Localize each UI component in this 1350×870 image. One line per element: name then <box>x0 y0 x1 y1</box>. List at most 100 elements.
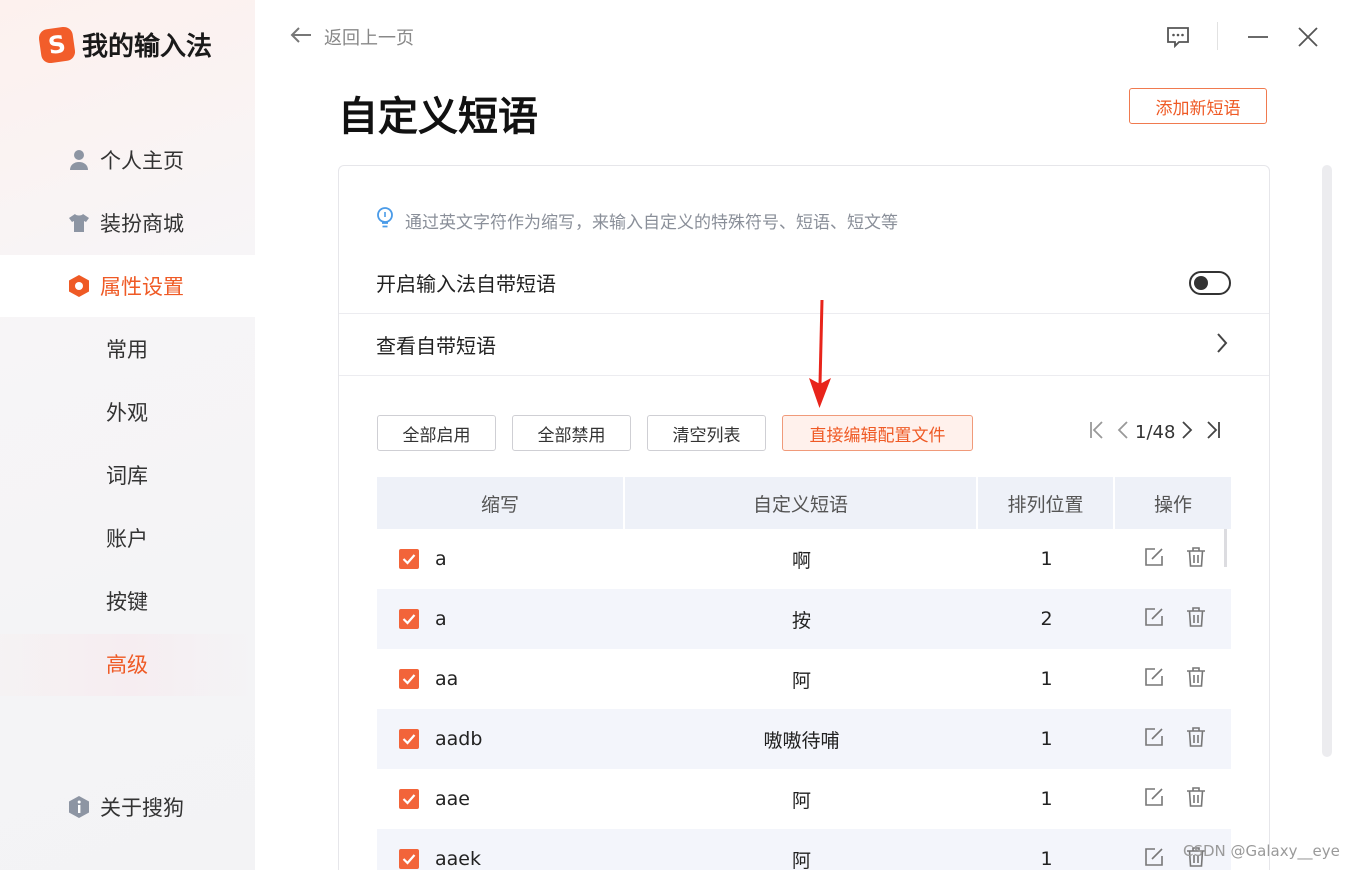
table-header: 缩写 自定义短语 排列位置 操作 <box>377 477 1231 529</box>
table-row: aa 阿 1 <box>377 649 1231 709</box>
disable-all-button[interactable]: 全部禁用 <box>512 415 631 451</box>
info-shield-icon <box>68 796 90 818</box>
sidebar-item-settings[interactable]: 属性设置 <box>0 255 255 317</box>
sidebar-item-label: 属性设置 <box>100 275 184 299</box>
sogou-logo-icon: S <box>37 25 77 64</box>
edit-icon[interactable] <box>1143 666 1165 693</box>
table-scrollbar[interactable] <box>1224 529 1227 567</box>
check-icon <box>402 554 416 565</box>
sidebar-item-label: 装扮商城 <box>100 212 184 236</box>
actions-cell <box>1115 769 1231 829</box>
back-label: 返回上一页 <box>324 28 414 49</box>
abbr-cell: aaek <box>377 829 625 870</box>
row-checkbox[interactable] <box>399 729 419 749</box>
trash-icon[interactable] <box>1185 546 1207 573</box>
page-scrollbar[interactable] <box>1322 165 1332 757</box>
abbr-cell: a <box>377 589 625 649</box>
sidebar-subitem-common[interactable]: 常用 <box>106 318 148 380</box>
column-header-actions: 操作 <box>1153 493 1192 516</box>
sidebar-subitem-account[interactable]: 账户 <box>106 507 148 569</box>
position-cell: 1 <box>1040 548 1053 570</box>
table-body: a 啊 1 a 按 2 aa 阿 1 aadb 嗷嗷待哺 1 aae 阿 1 aaek 阿 1 <box>377 529 1231 870</box>
close-icon[interactable] <box>1294 22 1322 52</box>
edit-config-file-button[interactable]: 直接编辑配置文件 <box>782 415 973 451</box>
check-icon <box>402 734 416 745</box>
feedback-icon[interactable] <box>1163 22 1193 52</box>
sidebar-item-label: 个人主页 <box>100 149 184 173</box>
actions-cell <box>1115 709 1231 769</box>
chevron-right-icon[interactable] <box>1215 332 1229 360</box>
position-cell: 1 <box>1040 668 1053 690</box>
table-row: a 啊 1 <box>377 529 1231 589</box>
prev-page-icon[interactable] <box>1117 420 1129 445</box>
trash-icon[interactable] <box>1185 666 1207 693</box>
column-header-phrase[interactable]: 自定义短语 <box>625 477 978 529</box>
sidebar-subitem-appearance[interactable]: 外观 <box>106 381 148 443</box>
phrase-cell: 嗷嗷待哺 <box>763 729 840 752</box>
phrase-cell: 按 <box>791 609 811 632</box>
abbr-text: a <box>435 608 447 630</box>
row-checkbox[interactable] <box>399 849 419 869</box>
row-checkbox[interactable] <box>399 549 419 569</box>
sidebar-subitem-keys[interactable]: 按键 <box>106 570 148 632</box>
sidebar-subitem-advanced[interactable]: 高级 <box>106 633 148 695</box>
phrase-cell: 啊 <box>791 549 811 572</box>
enable-builtin-label: 开启输入法自带短语 <box>376 272 556 296</box>
annotation-arrow <box>800 298 840 414</box>
edit-icon[interactable] <box>1143 786 1165 813</box>
phrase-cell: 阿 <box>791 669 811 692</box>
view-builtin-label[interactable]: 查看自带短语 <box>376 330 496 359</box>
trash-icon[interactable] <box>1185 606 1207 633</box>
phrase-cell: 阿 <box>791 849 811 870</box>
column-header-position[interactable]: 排列位置 <box>978 477 1115 529</box>
trash-icon[interactable] <box>1185 726 1207 753</box>
last-page-icon[interactable] <box>1205 420 1221 445</box>
abbr-text: a <box>435 548 447 570</box>
column-header-abbr[interactable]: 缩写 <box>377 477 625 529</box>
page-title: 自定义短语 <box>338 94 538 140</box>
trash-icon[interactable] <box>1185 786 1207 813</box>
next-page-icon[interactable] <box>1181 420 1193 445</box>
phrase-settings-card: 通过英文字符作为缩写，来输入自定义的特殊符号、短语、短文等 开启输入法自带短语 … <box>338 165 1270 870</box>
edit-icon[interactable] <box>1143 846 1165 870</box>
sidebar-item-label: 关于搜狗 <box>100 796 184 820</box>
add-phrase-button[interactable]: 添加新短语 <box>1129 88 1267 124</box>
sidebar-subitem-dictionary[interactable]: 词库 <box>106 444 148 506</box>
sidebar-item-profile[interactable]: 个人主页 <box>0 129 255 191</box>
position-cell: 2 <box>1040 608 1053 630</box>
row-checkbox[interactable] <box>399 789 419 809</box>
minimize-icon[interactable] <box>1244 22 1272 52</box>
table-row: aae 阿 1 <box>377 769 1231 829</box>
actions-cell <box>1115 589 1231 649</box>
table-row: aaek 阿 1 <box>377 829 1231 870</box>
abbr-text: aa <box>435 668 459 690</box>
first-page-icon[interactable] <box>1089 420 1105 445</box>
row-checkbox[interactable] <box>399 669 419 689</box>
titlebar-divider <box>1217 22 1218 50</box>
check-icon <box>402 614 416 625</box>
watermark: CSDN @Galaxy__eye <box>1183 842 1340 860</box>
enable-all-button[interactable]: 全部启用 <box>377 415 496 451</box>
edit-icon[interactable] <box>1143 726 1165 753</box>
abbr-text: aadb <box>435 728 483 750</box>
abbr-text: aae <box>435 788 470 810</box>
row-checkbox[interactable] <box>399 609 419 629</box>
toggle-knob <box>1194 276 1208 290</box>
abbr-text: aaek <box>435 848 481 870</box>
actions-cell <box>1115 649 1231 709</box>
check-icon <box>402 854 416 865</box>
sidebar-item-shop[interactable]: 装扮商城 <box>0 192 255 254</box>
clear-list-button[interactable]: 清空列表 <box>647 415 766 451</box>
shirt-icon <box>68 212 90 234</box>
edit-icon[interactable] <box>1143 606 1165 633</box>
edit-icon[interactable] <box>1143 546 1165 573</box>
table-row: aadb 嗷嗷待哺 1 <box>377 709 1231 769</box>
tip-text: 通过英文字符作为缩写，来输入自定义的特殊符号、短语、短文等 <box>405 213 898 233</box>
phrase-table: 缩写 自定义短语 排列位置 操作 a 啊 1 a 按 2 aa 阿 1 aadb 嗷嗷待哺 1 aae 阿… <box>377 477 1231 870</box>
position-cell: 1 <box>1040 728 1053 750</box>
sidebar-item-about[interactable]: 关于搜狗 <box>0 776 255 838</box>
page-indicator: 1/48 <box>1135 422 1176 443</box>
back-link[interactable]: 返回上一页 <box>290 24 414 50</box>
enable-builtin-toggle[interactable] <box>1189 271 1231 295</box>
tip: 通过英文字符作为缩写，来输入自定义的特殊符号、短语、短文等 <box>375 206 898 235</box>
